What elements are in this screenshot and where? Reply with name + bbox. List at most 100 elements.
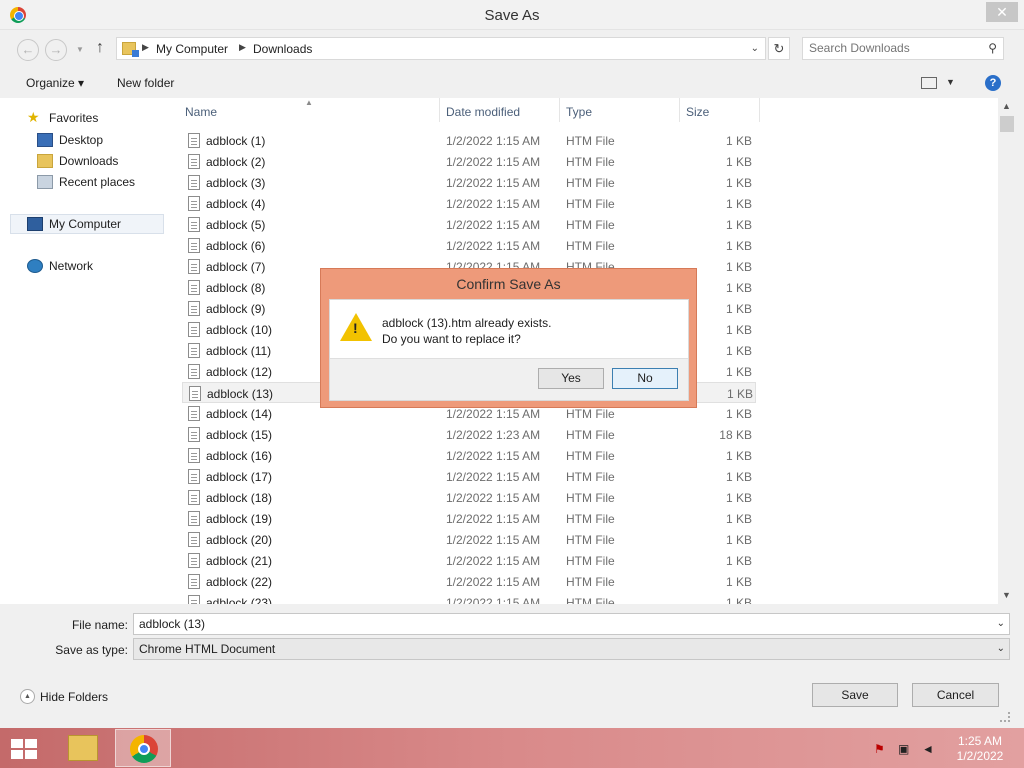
action-center-flag-icon[interactable]: ⚑ [874,742,885,756]
address-bar[interactable]: ▶ My Computer ▶ Downloads ⌄ [116,37,766,60]
column-header-name[interactable]: Name [185,105,217,119]
recent-places-icon [37,175,53,189]
save-as-type-label: Save as type: [55,643,128,657]
file-type: HTM File [566,470,615,484]
file-row[interactable]: adblock (23) 1/2/2022 1:15 AM HTM File 1 KB [182,592,756,604]
help-icon[interactable]: ? [985,75,1001,91]
downloads-folder-icon [122,42,139,57]
sidebar-item-recent-places[interactable]: Recent places [37,175,135,189]
system-clock[interactable]: 1:25 AM 1/2/2022 [950,734,1010,764]
html-file-icon [188,469,200,484]
file-row[interactable]: adblock (19) 1/2/2022 1:15 AM HTM File 1 KB [182,508,756,529]
file-row[interactable]: adblock (15) 1/2/2022 1:23 AM HTM File 18 K… [182,424,756,445]
file-row[interactable]: adblock (18) 1/2/2022 1:15 AM HTM File 1 KB [182,487,756,508]
breadcrumb-my-computer[interactable]: My Computer [156,42,228,56]
scroll-down-icon[interactable]: ▼ [1002,590,1011,600]
chevron-down-icon[interactable]: ⌄ [997,643,1005,654]
file-size: 1 KB [725,134,752,148]
address-dropdown-icon[interactable]: ⌄ [751,43,759,54]
sidebar-item-my-computer[interactable]: My Computer [10,214,164,234]
network-status-icon[interactable]: ▣ [898,742,909,756]
taskbar-chrome[interactable] [115,729,171,767]
file-size: 1 KB [725,239,752,253]
search-box[interactable]: ⚲ [802,37,1004,60]
file-size: 1 KB [725,533,752,547]
file-type: HTM File [566,596,615,604]
html-file-icon [188,301,200,316]
file-name: adblock (16) [206,449,273,463]
search-icon[interactable]: ⚲ [988,41,997,55]
scrollbar-thumb[interactable] [1000,116,1014,132]
file-date-modified: 1/2/2022 1:15 AM [446,554,541,568]
file-row[interactable]: adblock (1) 1/2/2022 1:15 AM HTM File 1 KB [182,130,756,151]
file-row[interactable]: adblock (6) 1/2/2022 1:15 AM HTM File 1 KB [182,235,756,256]
yes-button[interactable]: Yes [538,368,604,389]
file-row[interactable]: adblock (3) 1/2/2022 1:15 AM HTM File 1 KB [182,172,756,193]
no-button[interactable]: No [612,368,678,389]
sidebar-item-desktop[interactable]: Desktop [37,133,103,147]
html-file-icon [188,427,200,442]
file-name-value[interactable]: adblock (13) [139,617,205,631]
search-input[interactable] [809,41,979,55]
file-row[interactable]: adblock (20) 1/2/2022 1:15 AM HTM File 1 KB [182,529,756,550]
column-divider[interactable] [559,98,560,122]
file-row[interactable]: adblock (2) 1/2/2022 1:15 AM HTM File 1 KB [182,151,756,172]
breadcrumb-downloads[interactable]: Downloads [253,42,312,56]
vertical-scrollbar[interactable]: ▲ ▼ [998,98,1016,604]
change-view-icon[interactable] [921,77,937,89]
close-button[interactable]: ✕ [986,2,1018,22]
html-file-icon [188,196,200,211]
up-button[interactable]: ↑ [96,39,104,57]
file-row[interactable]: adblock (4) 1/2/2022 1:15 AM HTM File 1 KB [182,193,756,214]
file-row[interactable]: adblock (22) 1/2/2022 1:15 AM HTM File 1 KB [182,571,756,592]
windows-start-icon[interactable] [11,739,37,759]
window-title: Save As [484,7,540,24]
sidebar-label: Downloads [59,154,119,168]
scroll-up-icon[interactable]: ▲ [1002,101,1011,111]
volume-muted-icon[interactable]: ◄ [922,742,934,756]
back-button[interactable]: ← [17,39,39,61]
desktop-icon [37,133,53,147]
breadcrumb-chevron-icon: ▶ [142,42,149,52]
file-row[interactable]: adblock (17) 1/2/2022 1:15 AM HTM File 1 KB [182,466,756,487]
refresh-button[interactable]: ↻ [768,37,790,60]
file-name: adblock (22) [206,575,273,589]
computer-icon [27,217,43,231]
html-file-icon [188,364,200,379]
column-header-size[interactable]: Size [686,105,709,119]
chevron-down-icon[interactable]: ⌄ [997,618,1005,629]
recent-locations-dropdown[interactable]: ▼ [76,45,84,54]
file-date-modified: 1/2/2022 1:15 AM [446,470,541,484]
column-divider[interactable] [759,98,760,122]
file-size: 1 KB [725,449,752,463]
file-type: HTM File [566,155,615,169]
file-name: adblock (14) [206,407,273,421]
resize-grip[interactable] [1000,712,1010,722]
cancel-button[interactable]: Cancel [912,683,999,707]
file-type: HTM File [566,218,615,232]
column-header-type[interactable]: Type [566,105,592,119]
file-row[interactable]: adblock (5) 1/2/2022 1:15 AM HTM File 1 KB [182,214,756,235]
sidebar-item-network[interactable]: Network [27,259,93,273]
sidebar-item-downloads[interactable]: Downloads [37,154,119,168]
save-button[interactable]: Save [812,683,898,707]
column-header-date-modified[interactable]: Date modified [446,105,520,119]
view-options-dropdown-icon[interactable]: ▼ [946,77,955,87]
file-name: adblock (4) [206,197,266,211]
html-file-icon [188,490,200,505]
organize-menu[interactable]: Organize ▾ [26,76,84,90]
downloads-folder-icon [37,154,53,168]
file-row[interactable]: adblock (21) 1/2/2022 1:15 AM HTM File 1 KB [182,550,756,571]
file-type: HTM File [566,533,615,547]
forward-button[interactable]: → [45,39,67,61]
column-divider[interactable] [679,98,680,122]
warning-exclamation-icon: ! [353,320,358,336]
sidebar-item-favorites[interactable]: ★ Favorites [27,109,98,125]
column-divider[interactable] [439,98,440,122]
new-folder-button[interactable]: New folder [117,76,174,90]
html-file-icon [188,406,200,421]
taskbar-file-explorer[interactable] [54,729,110,767]
file-name-field[interactable]: adblock (13) ⌄ [133,613,1010,635]
save-as-type-select[interactable]: Chrome HTML Document ⌄ [133,638,1010,660]
file-row[interactable]: adblock (16) 1/2/2022 1:15 AM HTM File 1 KB [182,445,756,466]
